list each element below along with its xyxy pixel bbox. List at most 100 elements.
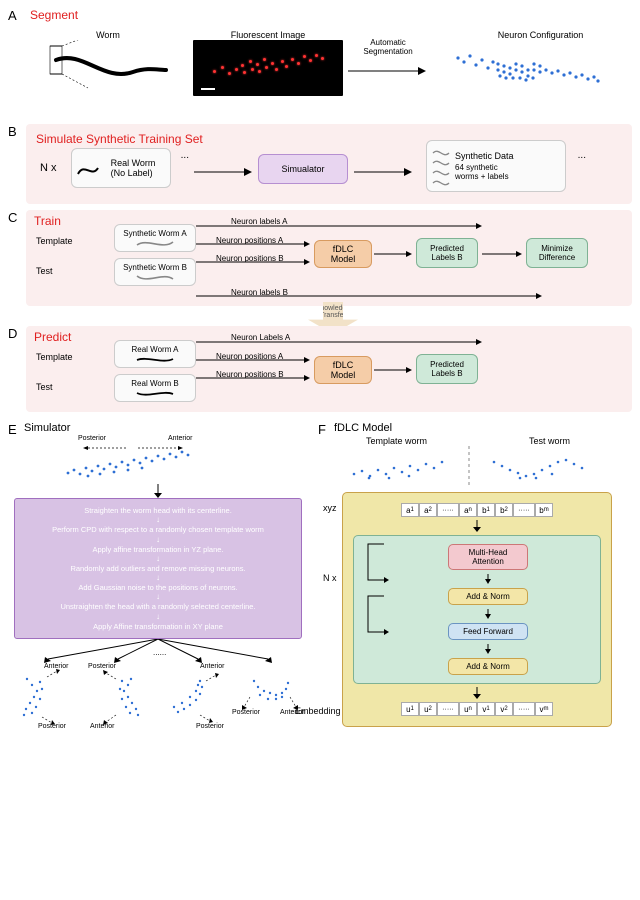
cell: vm	[535, 702, 553, 716]
template-worm-label: Template worm	[366, 436, 427, 446]
panel-c-title: Train	[34, 214, 61, 228]
panel-a: A Segment Worm Fluorescent Image	[8, 8, 632, 118]
panel-b: B Simulate Synthetic Training Set N x Re…	[8, 124, 632, 204]
panel-d-arrows	[196, 330, 576, 410]
posterior-label: Posterior	[88, 663, 116, 670]
embedding-label: Embedding	[295, 706, 341, 716]
down-arrow-icon	[467, 520, 487, 532]
predicted-labels-text: Predicted Labels B	[430, 244, 464, 262]
synth-worm-b-label: Synthetic Worm B	[123, 263, 187, 272]
xyz-label: xyz	[323, 503, 337, 513]
panel-f: F fDLC Model Template worm Test worm	[318, 422, 618, 727]
xyz-row: a1 a2 ····· an b1 b2 ····· bm	[353, 503, 601, 517]
d-test-label: Test	[36, 382, 53, 392]
cell: b1	[477, 503, 495, 517]
panel-e-title: Simulator	[24, 422, 308, 434]
panel-d-title: Predict	[34, 330, 71, 344]
fanout-arrows: ......	[18, 639, 298, 665]
arrow-to-synth	[354, 164, 414, 180]
cell: u1	[401, 702, 419, 716]
n-x-label: N x	[40, 162, 57, 174]
addnorm2-box: Add & Norm	[448, 658, 528, 675]
cell: ·····	[513, 702, 535, 716]
mha-label: Multi-Head Attention	[469, 548, 508, 566]
panel-d-letter: D	[8, 326, 17, 341]
real-worm-box: Real Worm (No Label)	[71, 148, 171, 188]
cell: v1	[477, 702, 495, 716]
d-template-label: Template	[36, 352, 73, 362]
ellipsis: ...	[578, 150, 586, 161]
ff-box: Feed Forward	[448, 623, 528, 640]
output-cloud	[234, 667, 304, 727]
cell: u2	[419, 702, 437, 716]
synthetic-desc-label: 64 synthetic worms + labels	[455, 163, 509, 181]
output-cloud	[86, 667, 156, 727]
worm-icon	[76, 158, 100, 182]
anterior-label: Anterior	[44, 663, 69, 670]
input-clouds-f	[324, 446, 614, 486]
anterior-label: Anterior	[168, 435, 193, 442]
synthetic-worms-icon	[431, 147, 451, 187]
cell: bm	[535, 503, 553, 517]
worm-icon	[135, 272, 175, 281]
predicted-labels-box: Predicted Labels B	[416, 238, 478, 268]
fluorescent-label: Fluorescent Image	[193, 30, 343, 40]
cell: un	[459, 702, 477, 716]
embedding-row: u1 u2 ····· un v1 v2 ····· vm	[353, 702, 601, 716]
posterior-label: Posterior	[38, 723, 66, 730]
panel-a-letter: A	[8, 8, 17, 23]
neuron-config-block: Neuron Configuration	[438, 30, 608, 95]
synth-worm-a-label: Synthetic Worm A	[123, 229, 186, 238]
real-worm-a-label: Real Worm A	[132, 345, 179, 354]
synth-worm-a-box: Synthetic Worm A	[114, 224, 196, 252]
fluorescent-block: Fluorescent Image	[193, 30, 343, 96]
cell: ·····	[513, 503, 535, 517]
panels-ef: E Simulator Poste	[8, 422, 632, 735]
synthetic-data-label: Synthetic Data	[455, 151, 514, 161]
panel-e: E Simulator Poste	[8, 422, 308, 735]
synth-worm-b-box: Synthetic Worm B	[114, 258, 196, 286]
f-nx-label: N x	[323, 573, 337, 583]
cell: ·····	[437, 503, 459, 517]
anterior-label: Anterior	[200, 663, 225, 670]
synthetic-data-box: Synthetic Data 64 synthetic worms + labe…	[426, 140, 566, 192]
down-arrow-icon	[467, 687, 487, 699]
panel-f-title: fDLC Model	[334, 422, 618, 434]
cell: ·····	[437, 702, 459, 716]
down-arrow-icon	[482, 644, 494, 654]
anterior-label: Anterior	[90, 723, 115, 730]
worm-icon	[135, 388, 175, 397]
worm-icon	[135, 354, 175, 363]
mha-box: Multi-Head Attention	[448, 544, 528, 570]
ellipsis: ...	[181, 150, 189, 161]
input-cloud-e	[28, 438, 228, 484]
posterior-label: Posterior	[78, 435, 106, 442]
worm-label: Worm	[48, 30, 168, 40]
auto-seg-label: Automatic Segmentation	[348, 38, 428, 56]
minimize-box: Minimize Difference	[526, 238, 588, 268]
panel-f-letter: F	[318, 422, 326, 437]
d-fdlc-model-box: fDLC Model	[314, 356, 372, 384]
cell: an	[459, 503, 477, 517]
posterior-label: Posterior	[232, 709, 260, 716]
cell: a2	[419, 503, 437, 517]
minimize-text: Minimize Difference	[539, 244, 575, 262]
panel-e-letter: E	[8, 422, 17, 437]
down-arrow-icon	[148, 484, 168, 498]
addnorm1-box: Add & Norm	[448, 588, 528, 605]
output-cloud	[160, 667, 230, 727]
test-worm-label: Test worm	[529, 436, 570, 446]
panel-d: D Predict Template Test Real Worm A Real…	[8, 326, 632, 412]
real-worm-label: Real Worm (No Label)	[111, 158, 156, 178]
svg-text:......: ......	[153, 648, 166, 657]
arrow-auto-seg	[348, 56, 428, 86]
neuron-config-label: Neuron Configuration	[473, 30, 608, 40]
test-label: Test	[36, 266, 53, 276]
posterior-label: Posterior	[196, 723, 224, 730]
panel-a-title: Segment	[30, 8, 78, 22]
fdlc-model-box: fDLC Model	[314, 240, 372, 268]
panel-c: C Train Template Test Synthetic Worm A S…	[8, 210, 632, 306]
output-cloud	[12, 667, 82, 727]
down-arrow-icon	[482, 574, 494, 584]
d-predicted-labels-box: Predicted Labels B	[416, 354, 478, 384]
